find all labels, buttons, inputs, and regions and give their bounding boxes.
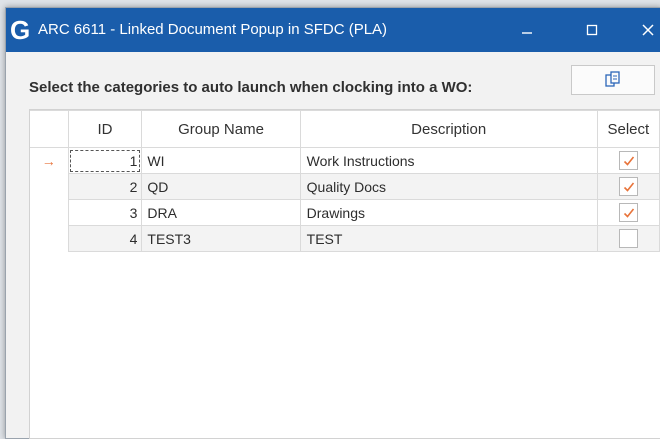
select-cell[interactable]	[596, 225, 660, 252]
select-cell[interactable]	[596, 147, 660, 174]
minimize-icon	[522, 32, 532, 34]
row-indicator-cell	[30, 225, 69, 252]
select-checkbox[interactable]	[618, 203, 638, 222]
close-button[interactable]	[634, 16, 660, 44]
row-indicator-cell	[30, 173, 69, 200]
instruction-label: Select the categories to auto launch whe…	[29, 79, 473, 96]
close-icon	[642, 24, 654, 36]
current-row-arrow-icon: →	[30, 147, 69, 174]
select-checkbox[interactable]	[618, 151, 638, 170]
table-row[interactable]: 3 DRA Drawings	[30, 199, 660, 226]
table-row[interactable]: → 1 WI Work Instructions	[30, 147, 660, 174]
select-cell[interactable]	[596, 199, 660, 226]
id-cell[interactable]: 1	[67, 147, 143, 174]
select-checkbox[interactable]	[618, 177, 638, 196]
column-header-id[interactable]: ID	[67, 110, 143, 148]
select-cell[interactable]	[596, 173, 660, 200]
id-cell[interactable]: 4	[67, 225, 143, 252]
group-name-cell[interactable]: TEST3	[141, 225, 301, 252]
title-bar[interactable]: G ARC 6611 - Linked Document Popup in SF…	[6, 8, 660, 52]
id-cell[interactable]: 3	[67, 199, 143, 226]
app-logo-icon: G	[10, 15, 31, 45]
checkmark-icon	[623, 208, 634, 218]
row-indicator-cell	[30, 199, 69, 226]
category-grid: ID Group Name Description Select → 1 WI …	[29, 109, 660, 439]
checkmark-icon	[623, 182, 634, 192]
description-cell[interactable]: Drawings	[299, 199, 598, 226]
minimize-button[interactable]	[513, 16, 541, 44]
window-title: ARC 6611 - Linked Document Popup in SFDC…	[38, 21, 388, 38]
select-checkbox[interactable]	[618, 229, 638, 248]
description-cell[interactable]: TEST	[299, 225, 598, 252]
column-header-select[interactable]: Select	[596, 110, 660, 148]
open-documents-icon	[605, 71, 620, 87]
column-header-group-name[interactable]: Group Name	[141, 110, 301, 148]
row-indicator-header	[30, 110, 69, 148]
column-header-description[interactable]: Description	[299, 110, 598, 148]
description-cell[interactable]: Work Instructions	[299, 147, 598, 174]
description-cell[interactable]: Quality Docs	[299, 173, 598, 200]
category-table: ID Group Name Description Select → 1 WI …	[30, 110, 660, 252]
group-name-cell[interactable]: WI	[141, 147, 301, 174]
table-row[interactable]: 2 QD Quality Docs	[30, 173, 660, 200]
group-name-cell[interactable]: DRA	[141, 199, 301, 226]
maximize-button[interactable]	[578, 16, 606, 44]
checkmark-icon	[623, 156, 634, 166]
maximize-icon	[586, 24, 598, 36]
table-row[interactable]: 4 TEST3 TEST	[30, 225, 660, 252]
open-linked-documents-button[interactable]	[571, 65, 655, 95]
group-name-cell[interactable]: QD	[141, 173, 301, 200]
header-row: ID Group Name Description Select	[30, 110, 660, 148]
id-cell[interactable]: 2	[67, 173, 143, 200]
dialog-window: G ARC 6611 - Linked Document Popup in SF…	[5, 7, 660, 439]
